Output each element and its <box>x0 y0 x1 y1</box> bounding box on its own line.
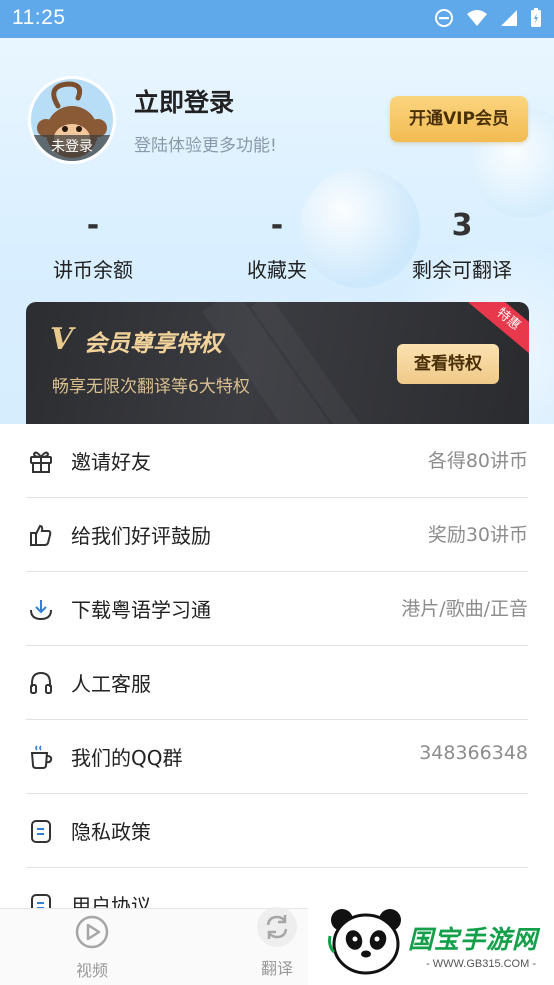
tab-label: 视频 <box>75 961 108 980</box>
vip-card-title: 会员尊享特权 <box>84 331 222 357</box>
menu-item-value: 348366348 <box>419 742 528 764</box>
gift-icon <box>30 451 52 473</box>
menu-item-label: 邀请好友 <box>71 450 151 474</box>
vip-logo: V <box>50 322 74 357</box>
refresh-icon <box>257 907 297 947</box>
menu-item-customer-service[interactable]: 人工客服 <box>0 646 554 720</box>
login-title[interactable]: 立即登录 <box>134 83 234 119</box>
status-icons <box>434 8 542 28</box>
tab-video[interactable]: 视频 <box>57 913 127 981</box>
stat-value: 3 <box>451 208 473 243</box>
stat-label: 讲币余额 <box>53 258 133 282</box>
headphones-icon <box>30 671 52 694</box>
document-icon <box>31 820 51 843</box>
do-not-disturb-icon <box>435 9 453 27</box>
avatar[interactable]: 未登录 <box>28 76 116 164</box>
menu-item-invite-friends[interactable]: 邀请好友 各得80讲币 <box>0 424 554 498</box>
stat-remaining-translations[interactable]: 3 剩余可翻译 <box>382 206 542 283</box>
menu-item-label: 我们的QQ群 <box>71 746 183 770</box>
menu-item-label: 下载粤语学习通 <box>71 598 211 622</box>
status-time: 11:25 <box>12 6 66 29</box>
view-privileges-button[interactable]: 查看特权 <box>397 344 499 384</box>
stat-label: 收藏夹 <box>247 258 307 282</box>
watermark-site: - WWW.GB315.COM - <box>426 958 536 970</box>
open-vip-button[interactable]: 开通VIP会员 <box>390 96 528 142</box>
menu-item-value: 各得80讲币 <box>427 450 528 472</box>
status-bar: 11:25 <box>0 0 554 38</box>
stat-coin-balance[interactable]: - 讲币余额 <box>13 206 173 283</box>
stat-favorites[interactable]: - 收藏夹 <box>197 206 357 283</box>
vip-card-description: 畅享无限次翻译等6大特权 <box>52 377 250 397</box>
play-icon <box>75 915 109 949</box>
download-icon <box>30 600 52 621</box>
avatar-badge: 未登录 <box>31 135 113 161</box>
stat-value: - <box>86 208 100 243</box>
watermark: 国宝手游网 - WWW.GB315.COM - <box>308 892 554 985</box>
signal-icon <box>501 10 517 26</box>
watermark-brand: 国宝手游网 <box>408 925 539 954</box>
stat-label: 剩余可翻译 <box>412 258 512 282</box>
tab-label: 翻译 <box>260 959 293 978</box>
panda-logo-icon <box>328 909 401 975</box>
tab-translate[interactable]: 翻译 <box>242 907 312 979</box>
profile-header: 未登录 立即登录 登陆体验更多功能! 开通VIP会员 - 讲币余额 - 收藏夹 … <box>0 38 554 424</box>
menu-item-label: 隐私政策 <box>71 820 151 844</box>
menu-item-label: 给我们好评鼓励 <box>71 524 211 548</box>
thumbs-up-icon <box>30 524 52 546</box>
login-subtitle: 登陆体验更多功能! <box>134 136 277 156</box>
menu-item-qq-group[interactable]: 我们的QQ群 348366348 <box>0 720 554 794</box>
settings-menu: 邀请好友 各得80讲币 给我们好评鼓励 奖励30讲币 下载粤语学习通 港片/歌曲… <box>0 424 554 942</box>
menu-item-label: 人工客服 <box>71 672 151 696</box>
menu-item-rate-us[interactable]: 给我们好评鼓励 奖励30讲币 <box>0 498 554 572</box>
wifi-icon <box>467 10 487 26</box>
menu-item-value: 港片/歌曲/正音 <box>401 598 528 620</box>
menu-item-download-app[interactable]: 下载粤语学习通 港片/歌曲/正音 <box>0 572 554 646</box>
battery-icon <box>531 8 541 27</box>
menu-item-privacy-policy[interactable]: 隐私政策 <box>0 794 554 868</box>
vip-privilege-card[interactable]: V 会员尊享特权 畅享无限次翻译等6大特权 查看特权 特惠 <box>26 302 529 424</box>
stat-value: - <box>270 208 284 243</box>
coffee-cup-icon <box>30 745 53 769</box>
menu-item-value: 奖励30讲币 <box>427 524 528 546</box>
